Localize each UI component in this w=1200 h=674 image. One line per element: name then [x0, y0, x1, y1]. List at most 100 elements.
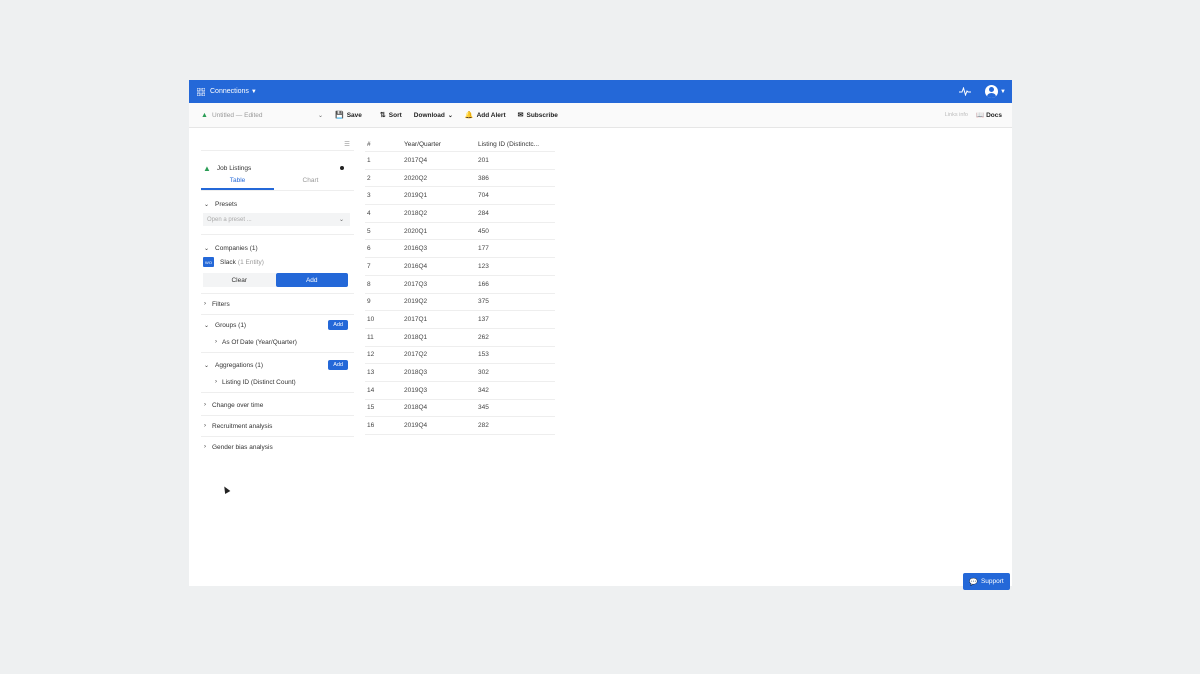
- add-company-button[interactable]: Add: [275, 273, 348, 287]
- row-index-cell: 10: [367, 316, 375, 324]
- row-index-cell: 4: [367, 209, 371, 217]
- change-over-time-label: Change over time: [212, 401, 264, 409]
- year-quarter-cell: 2019Q1: [404, 192, 428, 200]
- table-row[interactable]: 9 2019Q2 375: [365, 294, 555, 312]
- listing-count-cell: 123: [478, 262, 489, 270]
- chevron-down-icon: ⌄: [204, 322, 210, 329]
- download-label: Download: [413, 111, 445, 119]
- table-row[interactable]: 5 2020Q1 450: [365, 223, 555, 241]
- chevron-down-icon: ▼: [250, 88, 257, 95]
- recruitment-analysis-label: Recruitment analysis: [212, 422, 273, 430]
- year-quarter-cell: 2019Q3: [404, 386, 428, 394]
- row-index-cell: 5: [367, 227, 371, 235]
- dataset-selector[interactable]: ▲ Job Listings: [201, 151, 354, 175]
- year-quarter-cell: 2018Q3: [404, 369, 428, 377]
- docs-button[interactable]: 📖 Docs: [976, 111, 1002, 120]
- table-row[interactable]: 7 2016Q4 123: [365, 258, 555, 276]
- add-aggregation-button[interactable]: Add: [328, 360, 348, 370]
- sort-button[interactable]: ⇅ Sort: [380, 111, 402, 120]
- listing-count-cell: 153: [478, 351, 489, 359]
- add-alert-button[interactable]: 🔔 Add Alert: [465, 111, 506, 120]
- presets-section[interactable]: ⌄ Presets: [201, 197, 354, 211]
- clear-button[interactable]: Clear: [203, 273, 276, 287]
- group-item[interactable]: › As Of Date (Year/Quarter): [201, 335, 354, 349]
- table-row[interactable]: 12 2017Q2 153: [365, 347, 555, 365]
- table-row[interactable]: 8 2017Q3 166: [365, 276, 555, 294]
- grid-icon: [197, 87, 205, 96]
- chevron-down-icon[interactable]: ▼: [1000, 89, 1006, 95]
- filters-label: Filters: [212, 300, 230, 308]
- company-item[interactable]: WO Slack (1 Entity): [201, 255, 354, 269]
- chevron-right-icon: ›: [204, 402, 206, 408]
- table-row[interactable]: 15 2018Q4 345: [365, 400, 555, 418]
- aggregation-item[interactable]: › Listing ID (Distinct Count): [201, 375, 354, 389]
- add-group-button[interactable]: Add: [328, 320, 348, 330]
- sidebar-search[interactable]: ☰: [201, 137, 354, 151]
- links-hint[interactable]: Links info: [945, 112, 968, 118]
- table-row[interactable]: 11 2018Q1 262: [365, 329, 555, 347]
- filters-section[interactable]: › Filters: [201, 297, 354, 311]
- listing-count-cell: 177: [478, 245, 489, 253]
- report-title-selector[interactable]: ▲ Untitled — Edited ⌄: [201, 112, 323, 119]
- row-index-cell: 8: [367, 280, 371, 288]
- report-title: Untitled: [211, 111, 234, 119]
- sort-label: Sort: [388, 111, 402, 119]
- year-quarter-cell: 2018Q1: [404, 333, 428, 341]
- preset-select[interactable]: Open a preset ... ⌄: [203, 213, 350, 226]
- menu-icon[interactable]: ☰: [344, 140, 350, 148]
- table-row[interactable]: 16 2019Q4 282: [365, 417, 555, 435]
- year-quarter-cell: 2017Q4: [404, 156, 428, 164]
- table-row[interactable]: 14 2019Q3 342: [365, 382, 555, 400]
- connections-menu[interactable]: Connections ▼: [197, 87, 257, 96]
- company-logo: WO: [203, 257, 214, 267]
- group-item-label: As Of Date (Year/Quarter): [222, 338, 297, 346]
- activity-icon[interactable]: [959, 87, 972, 96]
- table-row[interactable]: 2 2020Q2 386: [365, 170, 555, 188]
- results-table: # Year/Quarter Listing ID (Distinctc... …: [365, 137, 555, 435]
- chevron-down-icon: ⌄: [447, 112, 453, 119]
- table-row[interactable]: 13 2018Q3 302: [365, 364, 555, 382]
- recruitment-analysis-section[interactable]: › Recruitment analysis: [201, 419, 354, 433]
- year-quarter-cell: 2020Q1: [404, 227, 428, 235]
- year-quarter-cell: 2019Q4: [404, 422, 428, 430]
- table-row[interactable]: 4 2018Q2 284: [365, 205, 555, 223]
- dataset-icon: ▲: [201, 111, 208, 119]
- toolbar: ▲ Untitled — Edited ⌄ 💾 Save ⇅ Sort Down…: [189, 103, 1012, 128]
- column-header-listing-id[interactable]: Listing ID (Distinctc...: [478, 141, 548, 148]
- listing-count-cell: 284: [478, 209, 489, 217]
- tab-chart[interactable]: Chart: [274, 177, 347, 190]
- row-index-cell: 6: [367, 245, 371, 253]
- table-row[interactable]: 6 2016Q3 177: [365, 240, 555, 259]
- change-over-time-section[interactable]: › Change over time: [201, 398, 354, 412]
- download-button[interactable]: Download ⌄: [414, 112, 453, 119]
- column-header-index[interactable]: #: [365, 141, 404, 148]
- row-index-cell: 15: [367, 404, 375, 412]
- listing-count-cell: 282: [478, 422, 489, 430]
- year-quarter-cell: 2016Q3: [404, 245, 428, 253]
- user-avatar-icon[interactable]: [985, 85, 999, 98]
- dataset-label: Job Listings: [216, 164, 252, 172]
- companies-section[interactable]: ⌄ Companies (1): [201, 241, 354, 255]
- book-icon: 📖: [976, 112, 985, 119]
- year-quarter-cell: 2018Q2: [404, 209, 428, 217]
- subscribe-button[interactable]: ✉ Subscribe: [518, 111, 558, 120]
- row-index-cell: 3: [367, 192, 371, 200]
- chat-icon: 💬: [969, 578, 978, 586]
- groups-section[interactable]: ⌄ Groups (1) Add: [201, 318, 354, 332]
- aggregations-section[interactable]: ⌄ Aggregations (1) Add: [201, 358, 354, 372]
- table-row[interactable]: 1 2017Q4 201: [365, 152, 555, 170]
- table-row[interactable]: 3 2019Q1 704: [365, 187, 555, 206]
- column-header-year-quarter[interactable]: Year/Quarter: [404, 141, 478, 148]
- table-row[interactable]: 10 2017Q1 137: [365, 311, 555, 329]
- tab-table[interactable]: Table: [201, 177, 274, 190]
- preset-placeholder: Open a preset ...: [207, 216, 252, 223]
- save-button[interactable]: 💾 Save: [335, 111, 362, 120]
- groups-label: Groups (1): [215, 321, 247, 329]
- support-button[interactable]: 💬 Support: [963, 573, 1010, 590]
- docs-label: Docs: [986, 111, 1002, 119]
- year-quarter-cell: 2017Q3: [404, 280, 428, 288]
- save-icon: 💾: [335, 112, 344, 119]
- gender-bias-analysis-section[interactable]: › Gender bias analysis: [201, 440, 354, 454]
- aggregation-item-label: Listing ID (Distinct Count): [222, 378, 296, 386]
- gender-bias-analysis-label: Gender bias analysis: [212, 443, 273, 451]
